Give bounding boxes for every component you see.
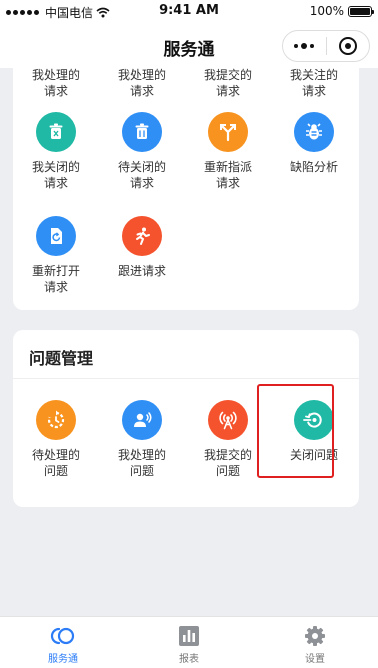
tab-label: 报表	[179, 654, 199, 665]
grid-item-label: 我关注的 请求	[289, 68, 338, 98]
section-title: 问题管理	[29, 349, 94, 368]
chart-icon	[179, 626, 199, 646]
status-bar: 中国电信 9:41 AM 100%	[0, 0, 378, 24]
tab-reports[interactable]: 报表	[126, 617, 252, 668]
section-divider	[13, 378, 359, 379]
grid-item-partial[interactable]: 我关注的 请求	[271, 68, 357, 99]
highlight-box	[257, 384, 334, 478]
signal-icon	[208, 400, 248, 440]
grid-item-label: 跟进请求	[117, 264, 166, 278]
grid-item-label: 待关闭的 请求	[117, 160, 166, 190]
trash-icon	[122, 112, 162, 152]
grid-item-label: 重新打开 请求	[31, 264, 80, 294]
more-button[interactable]	[283, 31, 326, 61]
battery-percent: 100%	[309, 4, 344, 18]
user-voice-icon	[122, 400, 162, 440]
grid-item-label: 我处理的 问题	[117, 448, 166, 478]
content-area[interactable]: 我处理的 请求 我处理的 请求 我提交的 请求 我关注的 请求 我关闭的 请求 …	[0, 68, 378, 616]
more-icon	[294, 43, 315, 49]
gear-icon	[305, 626, 325, 646]
grid-item-reassign-requests[interactable]: 重新指派 请求	[185, 112, 271, 191]
tab-bar: 服务通 报表 设置	[0, 616, 378, 668]
trash-icon	[36, 112, 76, 152]
grid-item-label: 我处理的 请求	[31, 68, 80, 98]
grid-item-pending-close-requests[interactable]: 待关闭的 请求	[99, 112, 185, 191]
tab-label: 设置	[305, 654, 325, 665]
request-card: 我处理的 请求 我处理的 请求 我提交的 请求 我关注的 请求 我关闭的 请求 …	[13, 68, 359, 310]
grid-item-label: 缺陷分析	[289, 160, 338, 174]
bug-icon	[294, 112, 334, 152]
close-mini-program-button[interactable]	[327, 31, 370, 61]
tab-settings[interactable]: 设置	[252, 617, 378, 668]
target-icon	[338, 37, 357, 55]
grid-item-defect-analysis[interactable]: 缺陷分析	[271, 112, 357, 175]
battery-info: 100%	[309, 4, 374, 18]
grid-item-my-handled-issues[interactable]: 我处理的 问题	[99, 400, 185, 479]
grid-item-label: 重新指派 请求	[203, 160, 252, 190]
tab-label: 服务通	[48, 654, 78, 665]
grid-item-follow-up-requests[interactable]: 跟进请求	[99, 216, 185, 279]
home-ring-icon	[50, 627, 75, 645]
grid-item-partial[interactable]: 我处理的 请求	[13, 68, 99, 99]
grid-item-my-closed-requests[interactable]: 我关闭的 请求	[13, 112, 99, 191]
grid-item-label: 我提交的 请求	[203, 68, 252, 98]
grid-item-label: 我关闭的 请求	[31, 160, 80, 190]
mini-program-capsule	[282, 30, 370, 62]
runner-icon	[122, 216, 162, 256]
reopen-icon	[36, 216, 76, 256]
grid-item-reopen-requests[interactable]: 重新打开 请求	[13, 216, 99, 295]
grid-item-partial[interactable]: 我提交的 请求	[185, 68, 271, 99]
grid-item-partial[interactable]: 我处理的 请求	[99, 68, 185, 99]
grid-item-pending-issues[interactable]: 待处理的 问题	[13, 400, 99, 479]
grid-item-label: 我处理的 请求	[117, 68, 166, 98]
tab-home[interactable]: 服务通	[0, 617, 126, 668]
reassign-icon	[208, 112, 248, 152]
grid-item-label: 待处理的 问题	[31, 448, 80, 478]
pending-icon	[36, 400, 76, 440]
nav-bar: 服务通	[0, 24, 378, 68]
battery-icon	[348, 5, 374, 17]
